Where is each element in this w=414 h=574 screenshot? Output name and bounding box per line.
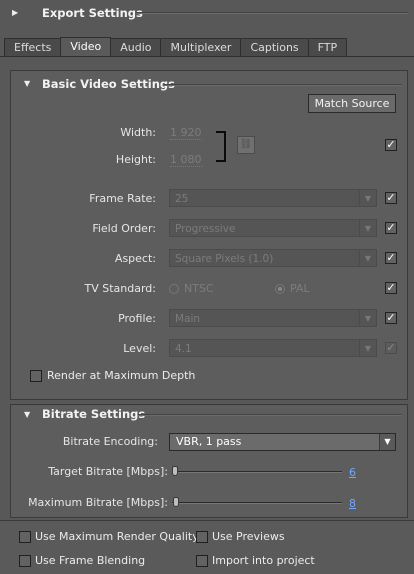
max-bitrate-label: Maximum Bitrate [Mbps]: [28, 496, 168, 509]
bitrate-encoding-label: Bitrate Encoding: [62, 435, 158, 448]
dropdown-icon: ▼ [359, 220, 376, 236]
render-max-depth-checkbox[interactable] [30, 370, 42, 382]
tab-divider [0, 56, 414, 57]
aspect-label: Aspect: [114, 252, 156, 265]
level-value: 4.1 [175, 343, 192, 355]
target-bitrate-value[interactable]: 6 [349, 466, 356, 479]
bitrate-encoding-value: VBR, 1 pass [176, 435, 242, 448]
tab-ftp[interactable]: FTP [307, 38, 348, 56]
use-frame-blending-label: Use Frame Blending [35, 554, 146, 567]
export-settings-title: Export Settings [42, 6, 143, 20]
aspect-value: Square Pixels (1.0) [175, 253, 274, 265]
field-order-value: Progressive [175, 223, 236, 235]
width-label: Width: [120, 126, 156, 139]
frame-rate-select[interactable]: 25 ▼ [169, 189, 377, 207]
use-previews-label: Use Previews [212, 530, 285, 543]
tab-video[interactable]: Video [60, 37, 112, 57]
level-label: Level: [123, 342, 156, 355]
use-max-render-quality-checkbox[interactable] [19, 531, 31, 543]
link-icon[interactable]: ⛓ [237, 136, 255, 154]
aspect-checkbox[interactable]: ✓ [385, 252, 397, 264]
dropdown-icon: ▼ [359, 340, 376, 356]
tab-multiplexer[interactable]: Multiplexer [160, 38, 242, 56]
dropdown-icon: ▼ [359, 310, 376, 326]
pal-radio[interactable] [275, 284, 285, 294]
use-previews-checkbox[interactable] [196, 531, 208, 543]
ntsc-radio[interactable] [169, 284, 179, 294]
level-checkbox[interactable]: ✓ [385, 342, 397, 354]
height-label: Height: [115, 153, 156, 166]
import-into-project-checkbox[interactable] [196, 555, 208, 567]
bitrate-encoding-select[interactable]: VBR, 1 pass ▼ [169, 433, 396, 451]
dropdown-icon: ▼ [359, 250, 376, 266]
frame-rate-value: 25 [175, 193, 189, 205]
tab-bar: Effects Video Audio Multiplexer Captions… [4, 37, 348, 57]
match-source-button[interactable]: Match Source [308, 94, 396, 113]
basic-video-title: Basic Video Settings [42, 77, 175, 91]
tv-standard-checkbox[interactable]: ✓ [385, 282, 397, 294]
frame-rate-checkbox[interactable]: ✓ [385, 192, 397, 204]
dropdown-icon: ▼ [379, 434, 395, 450]
aspect-select[interactable]: Square Pixels (1.0) ▼ [169, 249, 377, 267]
dropdown-icon: ▼ [359, 190, 376, 206]
tab-captions[interactable]: Captions [240, 38, 309, 56]
collapse-icon[interactable]: ▼ [24, 79, 30, 88]
collapse-icon[interactable]: ▼ [24, 410, 30, 419]
profile-select[interactable]: Main ▼ [169, 309, 377, 327]
tab-effects[interactable]: Effects [4, 38, 62, 56]
use-frame-blending-checkbox[interactable] [19, 555, 31, 567]
target-bitrate-slider-track[interactable] [172, 471, 342, 473]
height-value[interactable]: 1 080 [170, 153, 202, 167]
use-max-render-quality-label: Use Maximum Render Quality [35, 530, 199, 543]
max-bitrate-slider-thumb[interactable] [173, 497, 179, 507]
divider [138, 414, 402, 416]
target-bitrate-slider-thumb[interactable] [172, 466, 178, 476]
pal-label: PAL [290, 282, 310, 295]
import-into-project-label: Import into project [212, 554, 315, 567]
bitrate-title: Bitrate Settings [42, 407, 146, 421]
profile-label: Profile: [118, 312, 156, 325]
field-order-select[interactable]: Progressive ▼ [169, 219, 377, 237]
render-max-depth-label: Render at Maximum Depth [47, 369, 196, 382]
target-bitrate-label: Target Bitrate [Mbps]: [48, 465, 168, 478]
aspect-link-bracket [216, 131, 226, 162]
max-bitrate-value[interactable]: 8 [349, 497, 356, 510]
width-value[interactable]: 1 920 [170, 126, 202, 140]
divider [164, 84, 402, 86]
level-select[interactable]: 4.1 ▼ [169, 339, 377, 357]
field-order-checkbox[interactable]: ✓ [385, 222, 397, 234]
field-order-label: Field Order: [92, 222, 156, 235]
tv-standard-label: TV Standard: [84, 282, 157, 295]
tab-audio[interactable]: Audio [110, 38, 162, 56]
ntsc-label: NTSC [184, 282, 214, 295]
profile-checkbox[interactable]: ✓ [385, 312, 397, 324]
profile-value: Main [175, 313, 201, 325]
width-height-checkbox[interactable]: ✓ [385, 139, 397, 151]
expand-icon[interactable]: ▶ [12, 8, 18, 17]
divider [136, 12, 408, 14]
frame-rate-label: Frame Rate: [89, 192, 156, 205]
max-bitrate-slider-track[interactable] [172, 502, 342, 504]
